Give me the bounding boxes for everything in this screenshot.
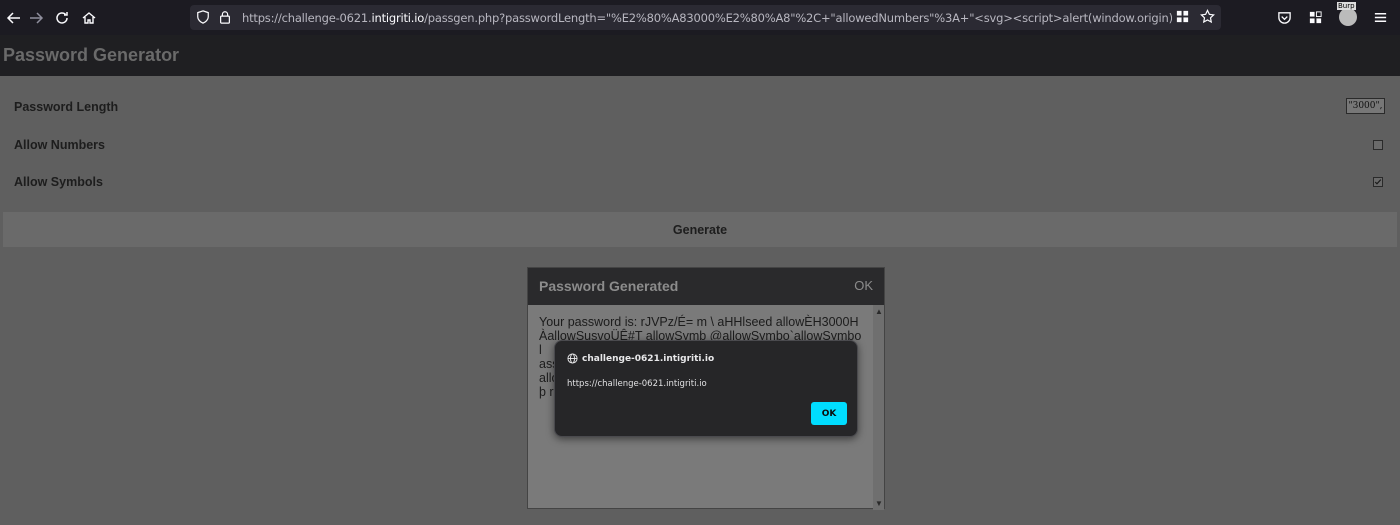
password-line: Your password is: rJVPz/É= m \ aHHlseed … [539, 315, 859, 329]
shield-icon[interactable] [196, 9, 212, 26]
modal-scrollbar[interactable]: ▲ ▼ [873, 305, 884, 510]
globe-icon [567, 353, 578, 364]
scroll-up-icon[interactable]: ▲ [875, 307, 883, 316]
alert-ok-button[interactable]: OK [811, 402, 847, 425]
extensions-grid-icon[interactable] [1175, 9, 1190, 24]
url-text[interactable]: https://challenge-0621.intigriti.io/pass… [242, 11, 1172, 25]
forward-arrow-icon [30, 12, 44, 24]
forward-button[interactable] [22, 4, 50, 32]
burp-badge: Burp [1337, 2, 1356, 10]
password-length-input[interactable]: "3000", [1346, 98, 1385, 114]
alert-origin-text: challenge-0621.intigriti.io [582, 353, 715, 364]
pocket-icon[interactable] [1277, 10, 1292, 25]
home-icon [82, 12, 96, 24]
password-length-label: Password Length [14, 100, 119, 114]
menu-hamburger-icon[interactable] [1373, 10, 1388, 25]
alert-message: https://challenge-0621.intigriti.io [567, 379, 707, 389]
bookmark-star-icon[interactable] [1200, 9, 1215, 24]
back-arrow-icon [6, 12, 20, 24]
extensions-puzzle-icon[interactable] [1308, 10, 1323, 25]
modal-title: Password Generated [539, 278, 679, 294]
modal-header: Password Generated OK [528, 268, 884, 305]
allow-symbols-label: Allow Symbols [14, 175, 103, 189]
page-header [0, 35, 1400, 76]
lock-icon[interactable] [218, 10, 234, 26]
allow-symbols-checkbox[interactable] [1373, 177, 1383, 187]
allow-numbers-checkbox[interactable] [1373, 140, 1383, 150]
reload-button[interactable] [48, 4, 76, 32]
burp-extension-icon[interactable]: Burp [1337, 2, 1357, 26]
checkmark-icon [1374, 179, 1382, 185]
home-button[interactable] [75, 4, 103, 32]
reload-icon [56, 12, 68, 24]
page-title: Password Generator [3, 45, 180, 65]
modal-ok-button[interactable]: OK [854, 278, 873, 293]
scroll-down-icon[interactable]: ▼ [875, 499, 883, 508]
allow-numbers-label: Allow Numbers [14, 138, 105, 152]
browser-toolbar: https://challenge-0621.intigriti.io/pass… [0, 0, 1400, 35]
url-bar[interactable]: https://challenge-0621.intigriti.io/pass… [190, 5, 1221, 30]
alert-origin: challenge-0621.intigriti.io [567, 353, 714, 364]
generate-button[interactable]: Generate [3, 212, 1397, 247]
page-content: Password Generator Password Length "3000… [0, 35, 1400, 525]
alert-dialog: challenge-0621.intigriti.io https://chal… [554, 340, 858, 437]
